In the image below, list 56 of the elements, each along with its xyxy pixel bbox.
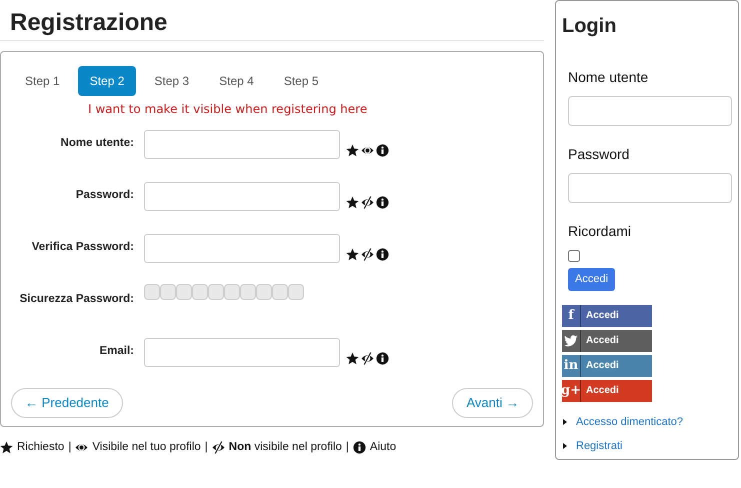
remember-checkbox[interactable] (568, 250, 580, 262)
field-label: Ricordami (568, 222, 632, 241)
field-label: Verifica Password: (30, 240, 134, 256)
step-tab[interactable]: Step 2 (78, 66, 136, 96)
login-link[interactable]: Accesso dimenticato? (576, 414, 683, 430)
legend-text: Visibile nel tuo profilo (92, 440, 201, 454)
input-field[interactable] (144, 234, 340, 262)
star-icon (346, 144, 359, 156)
bullet-icon (562, 442, 568, 450)
eye-slash-icon (361, 196, 374, 208)
password-field[interactable] (568, 173, 732, 203)
step-tab[interactable]: Step 5 (272, 66, 331, 96)
star-icon (346, 196, 359, 208)
social-login-button[interactable]: g+ Accedi (562, 380, 652, 402)
separator-text: | (346, 440, 349, 454)
info-icon (376, 196, 389, 208)
field-label: Password: (74, 188, 134, 204)
login-link[interactable]: Registrati (576, 438, 622, 454)
previous-button[interactable]: ← Prededente (11, 388, 123, 418)
step-tab[interactable]: Step 3 (142, 66, 202, 96)
input-field[interactable] (144, 130, 340, 158)
login-button[interactable]: Accedi (568, 268, 616, 290)
social-login-button[interactable]: f Accedi (562, 304, 652, 326)
star-icon (0, 440, 13, 454)
bird-icon (564, 334, 578, 346)
eye-slash-icon (361, 352, 374, 364)
field-label: Nome utente: (60, 136, 134, 152)
info-icon (376, 352, 389, 364)
eye-slash-icon (212, 440, 225, 454)
social-login-button[interactable]: Accedi (562, 330, 652, 352)
input-field[interactable] (144, 338, 340, 366)
field-label: Sicurezza Password: (18, 292, 134, 308)
legend-text: Richiesto (17, 440, 64, 454)
separator-text: | (204, 440, 208, 454)
separator-text: | (68, 440, 72, 454)
social-login-button[interactable]: in Accedi (562, 354, 652, 376)
star-icon (346, 248, 359, 260)
username-field[interactable] (568, 96, 732, 126)
legend-text: Non visibile nel profilo (228, 440, 342, 454)
eye-slash-icon (361, 248, 374, 260)
page-title: Registrazione (10, 8, 168, 38)
field-label: Password (568, 145, 630, 164)
field-label: Email: (98, 344, 134, 360)
bullet-icon (562, 418, 568, 426)
info-icon (376, 248, 389, 260)
step-tab[interactable]: Step 1 (13, 66, 72, 96)
next-button[interactable]: Avanti → (452, 388, 533, 418)
legend-text: Aiuto (370, 440, 396, 454)
input-field[interactable] (144, 182, 340, 210)
field-label: Nome utente (568, 68, 650, 87)
login-title: Login (562, 14, 618, 39)
star-icon (346, 352, 359, 364)
step-tab[interactable]: Step 4 (207, 66, 266, 96)
info-icon (352, 440, 366, 454)
annotation-text: I want to make it visible when registering here (88, 101, 368, 118)
info-icon (376, 144, 389, 156)
